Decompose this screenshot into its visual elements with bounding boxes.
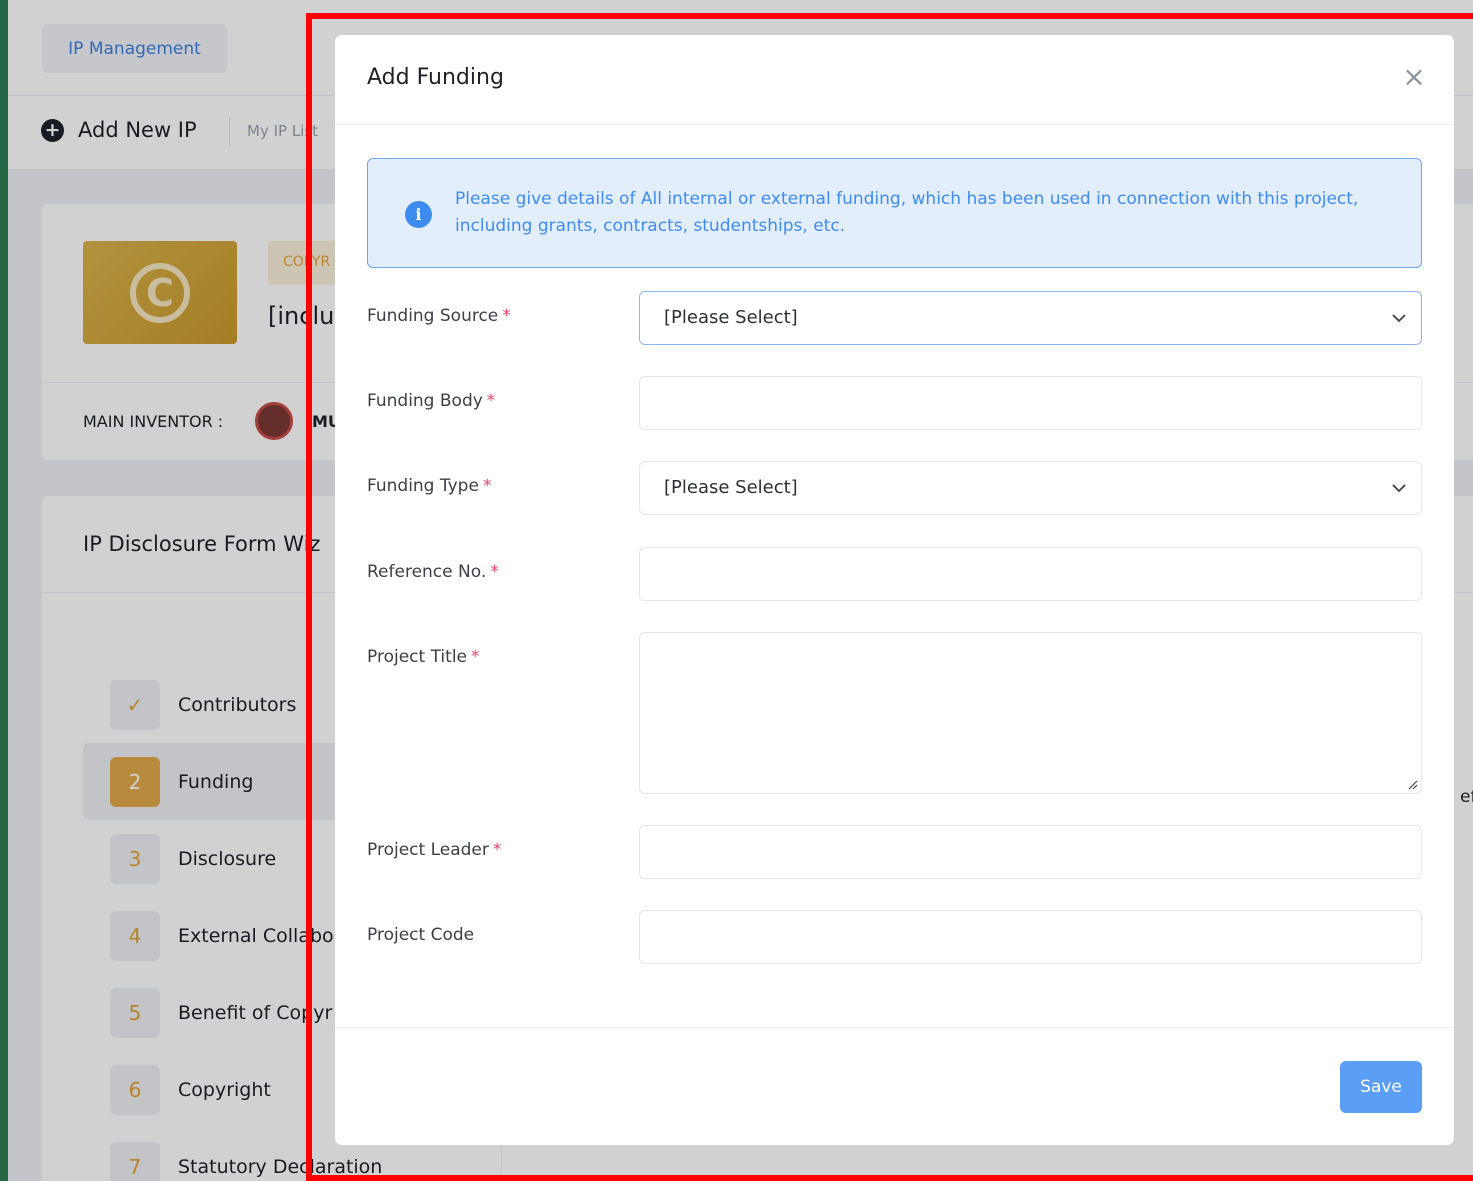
- reference-no-label: Reference No. *: [367, 562, 499, 582]
- reference-no-input[interactable]: [639, 547, 1422, 601]
- required-marker: *: [471, 647, 480, 667]
- info-text: Please give details of All internal or e…: [455, 189, 1359, 236]
- label-text: Funding Source: [367, 306, 499, 326]
- project-title-label: Project Title *: [367, 647, 480, 667]
- project-leader-input[interactable]: [639, 825, 1422, 879]
- add-funding-modal: Add Funding × i Please give details of A…: [335, 35, 1454, 1145]
- label-text: Reference No.: [367, 562, 487, 582]
- chevron-down-icon: [1392, 314, 1406, 323]
- required-marker: *: [482, 476, 492, 496]
- required-marker: *: [490, 562, 499, 582]
- chevron-down-icon: [1392, 484, 1406, 493]
- project-code-label: Project Code: [367, 925, 474, 945]
- close-icon[interactable]: ×: [1401, 63, 1427, 91]
- required-marker: *: [486, 391, 496, 411]
- label-text: Project Title: [367, 647, 467, 667]
- funding-type-select[interactable]: [Please Select]: [639, 461, 1422, 515]
- funding-type-label: Funding Type *: [367, 476, 491, 496]
- project-code-input[interactable]: [639, 910, 1422, 964]
- select-value: [Please Select]: [664, 307, 798, 328]
- funding-source-label: Funding Source *: [367, 306, 511, 326]
- required-marker: *: [492, 840, 502, 860]
- modal-header: Add Funding ×: [335, 35, 1454, 125]
- project-title-textarea[interactable]: [639, 632, 1422, 794]
- resize-handle-icon[interactable]: [1406, 778, 1418, 790]
- label-text: Funding Body: [367, 391, 483, 411]
- required-marker: *: [502, 306, 511, 326]
- label-text: Project Leader: [367, 840, 489, 860]
- project-leader-label: Project Leader *: [367, 840, 501, 860]
- info-alert: i Please give details of All internal or…: [367, 158, 1422, 268]
- modal-footer-divider: [335, 1027, 1454, 1028]
- modal-title: Add Funding: [367, 65, 504, 90]
- funding-body-input[interactable]: [639, 376, 1422, 430]
- funding-source-select[interactable]: [Please Select]: [639, 291, 1422, 345]
- save-button[interactable]: Save: [1340, 1061, 1422, 1113]
- label-text: Project Code: [367, 925, 475, 945]
- label-text: Funding Type: [367, 476, 479, 496]
- select-value: [Please Select]: [664, 477, 798, 498]
- funding-body-label: Funding Body *: [367, 391, 495, 411]
- info-icon: i: [405, 201, 432, 228]
